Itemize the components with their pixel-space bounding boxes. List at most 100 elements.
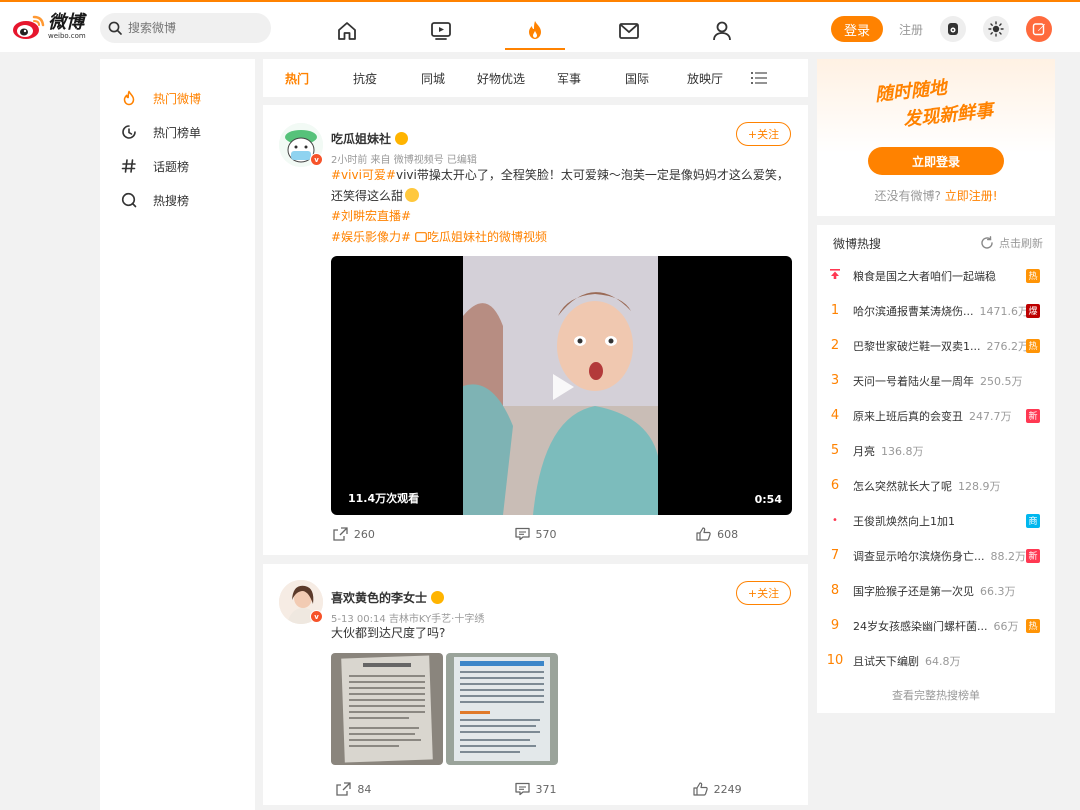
- hot-search-tag: 新: [1026, 548, 1040, 563]
- hot-search-item[interactable]: 7 调查显示哈尔滨烧伤身亡... 88.2万新: [817, 538, 1055, 573]
- nav-hot[interactable]: [505, 12, 565, 50]
- hot-search-item[interactable]: 4 原来上班后真的会变丑 247.7万新: [817, 398, 1055, 433]
- home-icon: [338, 22, 356, 40]
- category-tabs: 热门 抗疫 同城 好物优选 军事 国际 放映厅: [263, 59, 808, 97]
- hot-search-tag: 新: [1026, 408, 1040, 423]
- video-link-icon: [415, 232, 427, 242]
- hot-search-item[interactable]: 粮食是国之大者咱们一起端稳 热: [817, 258, 1055, 293]
- register-now-link[interactable]: 立即注册!: [945, 189, 998, 203]
- hot-search-text: 国字脸猴子还是第一次见: [853, 584, 974, 598]
- no-account-label: 还没有微博?: [874, 189, 941, 203]
- search-box[interactable]: [100, 13, 271, 43]
- repost-button[interactable]: 84: [263, 782, 445, 796]
- hot-search-item[interactable]: 2 巴黎世家破烂鞋一双卖1... 276.2万热: [817, 328, 1055, 363]
- video-link[interactable]: 吃瓜姐妹社的微博视频: [415, 230, 547, 244]
- login-card: 随时随地 发现新鲜事 立即登录 还没有微博? 立即注册!: [817, 59, 1055, 216]
- refresh-label: 点击刷新: [999, 237, 1043, 250]
- topic-link[interactable]: #刘畊宏直播#: [331, 209, 411, 223]
- tab-cinema[interactable]: 放映厅: [671, 70, 739, 87]
- hot-search-item[interactable]: 8 国字脸猴子还是第一次见 66.3万: [817, 573, 1055, 608]
- sun-icon: [988, 21, 1004, 37]
- smile-emoji-icon: [405, 188, 420, 202]
- theme-toggle-button[interactable]: [983, 16, 1009, 42]
- flame-icon: [120, 89, 138, 107]
- hot-search-item[interactable]: • 王俊凯焕然向上1加1 商: [817, 503, 1055, 538]
- user-icon: [713, 21, 731, 41]
- mail-icon: [619, 23, 639, 39]
- topic-link[interactable]: #vivi可爱#: [331, 168, 396, 182]
- hot-search-tag: 热: [1026, 618, 1040, 633]
- search-input[interactable]: [128, 21, 258, 35]
- hot-search-item[interactable]: 1 哈尔滨通报曹某涛烧伤... 1471.6万爆: [817, 293, 1055, 328]
- hot-search-tag: 商: [1026, 513, 1040, 528]
- hot-search-count: 1471.6万: [979, 304, 1030, 318]
- tab-hot[interactable]: 热门: [263, 70, 331, 87]
- refresh-button[interactable]: 点击刷新: [980, 235, 1043, 251]
- weibo-app-button[interactable]: [940, 16, 966, 42]
- hot-search-text: 且试天下编剧: [853, 654, 919, 668]
- author-name[interactable]: 吃瓜姐妹社: [331, 130, 409, 147]
- nav-video[interactable]: [411, 12, 471, 50]
- post-topic-line: #刘畊宏直播#: [331, 206, 793, 227]
- login-now-button[interactable]: 立即登录: [868, 147, 1004, 175]
- comment-button[interactable]: 371: [445, 782, 627, 796]
- post-actions: 84 371 2249: [263, 782, 808, 796]
- thumbs-up-icon: [693, 782, 708, 796]
- hot-search-text: 24岁女孩感染幽门螺杆菌...: [853, 619, 988, 633]
- play-icon[interactable]: [543, 369, 579, 405]
- hot-rank: 3: [830, 373, 840, 388]
- tab-local[interactable]: 同城: [399, 70, 467, 87]
- no-account-text: 还没有微博? 立即注册!: [817, 187, 1055, 204]
- hot-search-item[interactable]: 5 月亮 136.8万: [817, 433, 1055, 468]
- hot-search-count: 66.3万: [980, 584, 1016, 598]
- register-link[interactable]: 注册: [899, 21, 923, 38]
- hot-search-item[interactable]: 6 怎么突然就长大了呢 128.9万: [817, 468, 1055, 503]
- like-button[interactable]: 2249: [626, 782, 808, 796]
- topic-link[interactable]: #娱乐影像力#: [331, 230, 411, 244]
- tab-military[interactable]: 军事: [535, 70, 603, 87]
- sidebar-item-hot-search[interactable]: 热搜榜: [100, 183, 255, 217]
- hot-search-count: 88.2万: [990, 549, 1027, 563]
- hot-search-item[interactable]: 3 天问一号着陆火星一周年 250.5万: [817, 363, 1055, 398]
- follow-button[interactable]: +关注: [736, 581, 791, 605]
- follow-button[interactable]: +关注: [736, 122, 791, 146]
- video-player[interactable]: 11.4万次观看 0:54: [331, 256, 792, 515]
- hot-rank: 8: [830, 583, 840, 598]
- nav-messages[interactable]: [599, 12, 659, 50]
- post-image[interactable]: [446, 653, 558, 765]
- hot-rank: 7: [830, 548, 840, 563]
- repost-button[interactable]: 260: [263, 527, 445, 541]
- hot-search-item[interactable]: 10 且试天下编剧 64.8万: [817, 643, 1055, 678]
- weibo-logo[interactable]: 微博 weibo.com: [12, 12, 86, 42]
- hot-search-count: 64.8万: [925, 654, 961, 668]
- tab-epidemic[interactable]: 抗疫: [331, 70, 399, 87]
- sidebar-item-hot-list[interactable]: 热门榜单: [100, 115, 255, 149]
- hot-search-text: 巴黎世家破烂鞋一双卖1...: [853, 339, 981, 353]
- repost-count: 84: [357, 782, 372, 796]
- view-full-hot-list-link[interactable]: 查看完整热搜榜单: [817, 687, 1055, 703]
- hot-search-item[interactable]: 9 24岁女孩感染幽门螺杆菌... 66万热: [817, 608, 1055, 643]
- login-button[interactable]: 登录: [831, 16, 883, 42]
- edit-icon: [1032, 23, 1045, 36]
- post-image[interactable]: [331, 653, 443, 765]
- sidebar-item-label: 热门榜单: [153, 125, 202, 140]
- nav-home[interactable]: [317, 12, 377, 50]
- hot-search-tag: 热: [1026, 268, 1040, 283]
- tab-goods[interactable]: 好物优选: [467, 70, 535, 87]
- share-icon: [336, 782, 351, 796]
- comment-button[interactable]: 570: [445, 527, 627, 541]
- feed-card: v 喜欢黄色的李女士 5-13 00:14 吉林市KY手艺·十字绣 +关注 大伙…: [263, 564, 808, 805]
- hot-search-text: 原来上班后真的会变丑: [853, 409, 963, 423]
- compose-button[interactable]: [1026, 16, 1052, 42]
- comment-count: 570: [535, 527, 557, 541]
- sidebar-item-topics[interactable]: 话题榜: [100, 149, 255, 183]
- nav-profile[interactable]: [692, 12, 752, 50]
- post-actions: 260 570 608: [263, 527, 808, 541]
- like-count: 608: [717, 527, 739, 541]
- tab-international[interactable]: 国际: [603, 70, 671, 87]
- refresh-icon: [981, 236, 993, 249]
- sidebar-item-hot-weibo[interactable]: 热门微博: [100, 81, 255, 115]
- author-name[interactable]: 喜欢黄色的李女士: [331, 589, 445, 606]
- tabs-more-button[interactable]: [739, 71, 779, 85]
- like-button[interactable]: 608: [626, 527, 808, 541]
